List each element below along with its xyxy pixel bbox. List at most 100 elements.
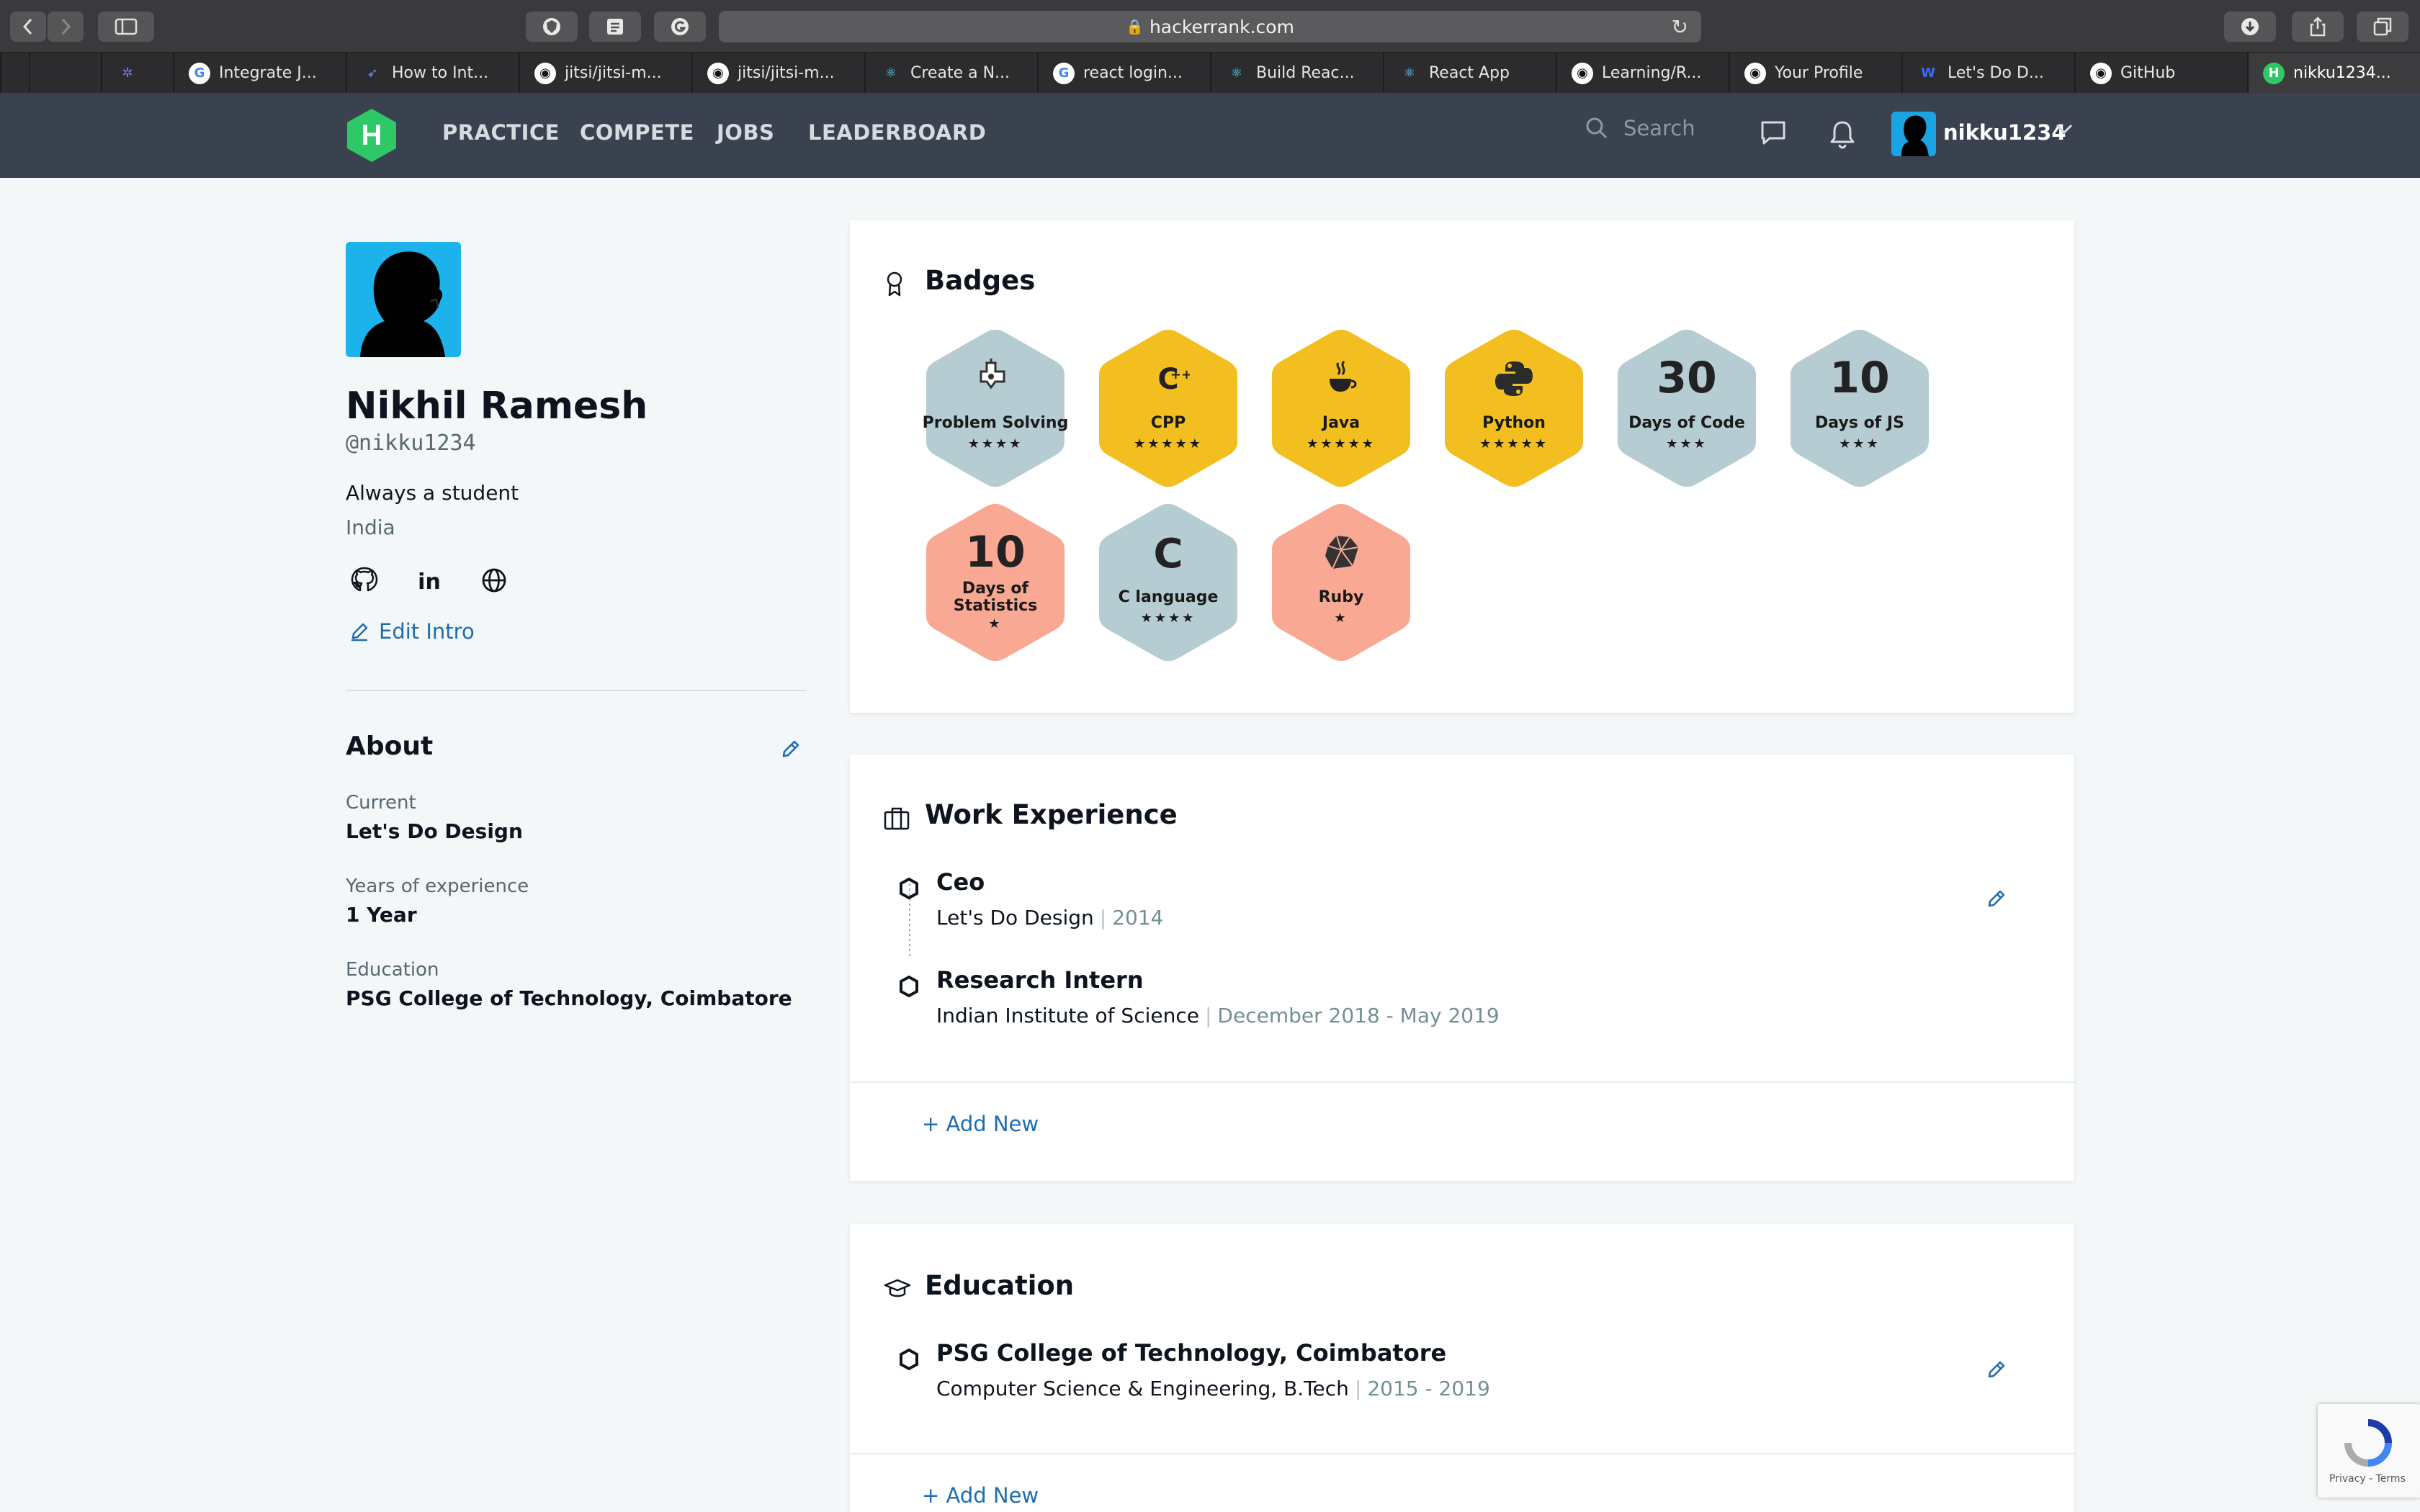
badge-label-line: Days of [962,580,1029,598]
badge[interactable]: C ++ CPP ★★★★★ [1095,327,1242,490]
browser-tab[interactable]: ◉ jitsi/jitsi-m... [519,53,691,94]
share-button[interactable] [2292,12,2344,42]
timeline-hexagon-icon [900,1348,918,1371]
add-education-link[interactable]: + Add New [922,1483,1039,1508]
badge[interactable]: Problem Solving ★★★★ [922,327,1069,490]
education-value: PSG College of Technology, Coimbatore [346,986,792,1010]
profile-name: Nikhil Ramesh [346,384,648,428]
recaptcha-badge[interactable]: Privacy - Terms [2318,1404,2420,1498]
work-experience-card: Work Experience Ceo Let's Do Design | 2014… [850,755,2074,1181]
gear-icon: ✲ [122,66,133,81]
extension-shield-button[interactable] [526,12,578,42]
browser-tab[interactable] [0,53,29,94]
browser-tab[interactable]: ⚛ Create a N... [864,53,1037,94]
lock-icon: 🔒 [1126,18,1144,35]
badge-label: Java [1322,414,1361,432]
browser-tab[interactable]: Hnikku1234... [2247,53,2420,94]
profile-country: India [346,516,395,539]
downloads-button[interactable] [2224,12,2276,42]
browser-tab[interactable] [29,53,101,94]
chevron-down-icon[interactable] [2054,122,2074,136]
education-title: Education [925,1270,1075,1301]
pencil-icon[interactable] [779,737,802,760]
education-item-org: Computer Science & Engineering, B.Tech [936,1377,1349,1400]
svg-text:C: C [1153,531,1183,575]
pencil-icon[interactable] [1985,887,2008,910]
badge-label: Ruby [1318,588,1364,606]
education-item-date: 2015 - 2019 [1367,1377,1490,1400]
browser-tab[interactable]: ◉ Learning/R... [1556,53,1729,94]
edit-intro-link[interactable]: Edit Intro [349,619,475,644]
divider [346,690,807,691]
notifications-bell-icon[interactable] [1828,119,1857,149]
browser-tab[interactable]: W Let's Do D... [1901,53,2074,94]
pencil-icon[interactable] [1985,1358,2008,1381]
browser-tab[interactable]: ✲ [101,53,173,94]
badge-label: Days of Statistics [922,580,1069,615]
site-header: H PRACTICE COMPETE JOBS LEADERBOARD Sear… [0,93,2420,178]
hackerrank-logo[interactable]: H [344,107,399,163]
browser-tab-label: How to Int... [392,64,489,82]
extension-reader-button[interactable] [589,12,641,42]
browser-tab[interactable]: ◉ Your Profile [1729,53,1901,94]
browser-tab-label: react login... [1083,64,1183,82]
briefcase-icon [884,807,910,830]
browser-tab-label: jitsi/jitsi-m... [565,64,662,82]
badge[interactable]: C C language ★★★★ [1095,501,1242,664]
forward-button[interactable] [48,12,84,42]
c-icon: C [1153,531,1183,575]
user-silhouette-icon [1901,115,1929,156]
pencil-icon [351,623,368,642]
browser-chrome: 🔒 hackerrank.com ↻ ✲ G Integrate J... ➶ How … [0,0,2420,94]
badge[interactable]: Ruby ★ [1268,501,1415,664]
sidebar-toggle-button[interactable] [98,12,154,42]
work-item-date: December 2018 - May 2019 [1217,1004,1500,1027]
add-work-experience-link[interactable]: + Add New [922,1112,1039,1136]
nav-jobs[interactable]: JOBS [717,120,774,145]
browser-tab[interactable]: ◉ jitsi/jitsi-m... [691,53,864,94]
browser-tab[interactable]: ⚛ Build Reac... [1210,53,1383,94]
badges-title: Badges [925,265,1036,296]
search-input[interactable]: Search [1585,116,1695,140]
address-bar[interactable]: 🔒 hackerrank.com ↻ [719,11,1701,42]
messages-icon[interactable] [1759,119,1788,148]
badge-stars: ★★★★★ [1134,436,1203,451]
badge[interactable]: Python ★★★★★ [1440,327,1587,490]
badge-hexagon [1099,504,1237,661]
badge[interactable]: 10 Days of JS ★★★ [1786,327,1933,490]
browser-tab[interactable]: G Integrate J... [173,53,346,94]
reload-icon[interactable]: ↻ [1672,15,1688,39]
browser-tab[interactable]: Greact login... [1037,53,1210,94]
badge[interactable]: 10 Days of Statistics ★ [922,501,1069,664]
browser-tab[interactable]: ◉ GitHub [2074,53,2247,94]
react-icon: ⚛ [1230,66,1243,81]
badge-number: 30 [1657,353,1717,403]
avatar[interactable] [1891,112,1936,156]
reader-icon [607,19,623,35]
work-item-org: Indian Institute of Science [936,1004,1199,1027]
back-button[interactable] [10,12,46,42]
browser-tab-label: Let's Do D... [1948,64,2044,82]
badge[interactable]: Java ★★★★★ [1268,327,1415,490]
url-text: hackerrank.com [1149,16,1294,37]
username-menu[interactable]: nikku1234 [1943,120,2066,145]
nav-leaderboard[interactable]: LEADERBOARD [808,120,986,145]
badge-label: Python [1482,414,1546,432]
badge-label: C language [1118,588,1219,606]
extension-grammarly-button[interactable] [654,12,706,42]
globe-icon[interactable] [478,564,510,596]
tabs-overview-button[interactable] [2357,12,2408,42]
sidebar-icon [115,18,138,35]
nav-practice[interactable]: PRACTICE [442,120,560,145]
badge-hexagon [926,330,1065,487]
nav-compete[interactable]: COMPETE [580,120,694,145]
browser-tab[interactable]: ⚛ React App [1383,53,1556,94]
work-experience-title: Work Experience [925,799,1178,830]
recaptcha-links[interactable]: Privacy - Terms [2329,1473,2406,1485]
linkedin-icon[interactable]: in [413,564,445,596]
download-icon [2241,18,2259,35]
badge[interactable]: 30 Days of Code ★★★ [1613,327,1760,490]
github-icon[interactable] [349,564,380,596]
browser-tab[interactable]: ➶ How to Int... [346,53,519,94]
education-label: Education [346,959,439,981]
